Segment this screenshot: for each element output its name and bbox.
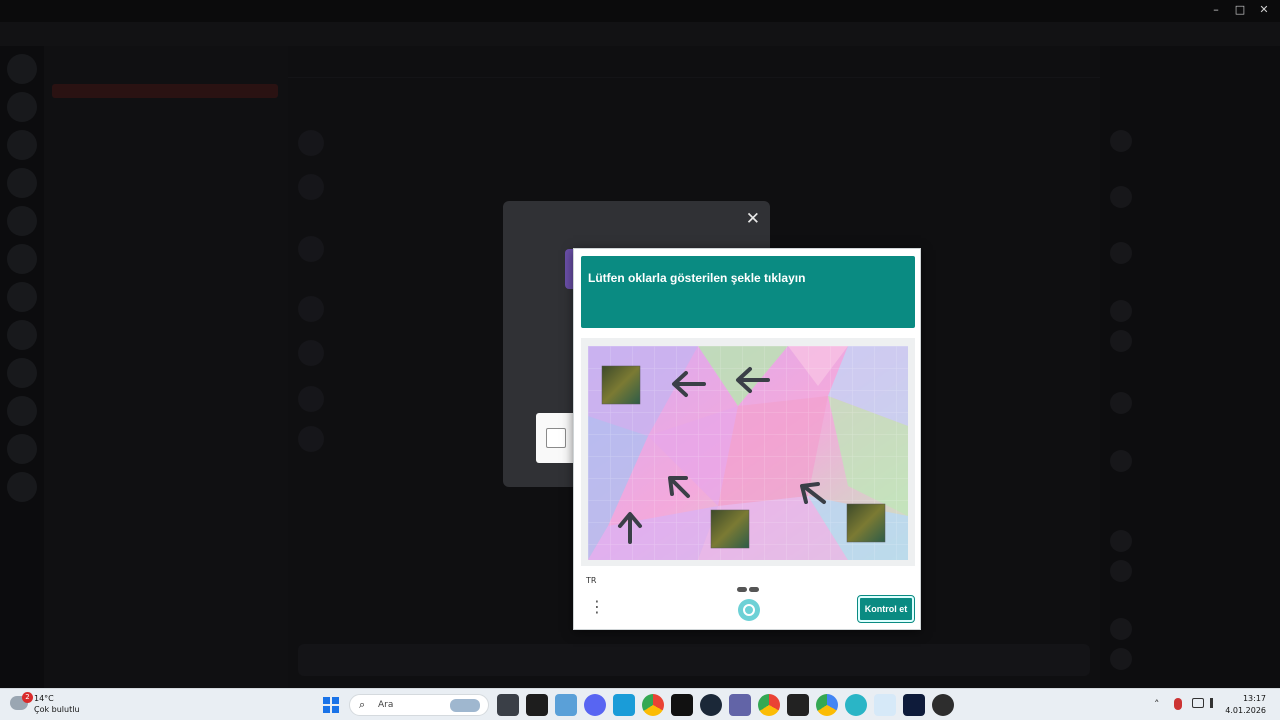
- avatar: [1110, 530, 1132, 552]
- chrome-icon[interactable]: [642, 694, 664, 716]
- avatar: [1110, 242, 1132, 264]
- chrome-alt-icon[interactable]: [758, 694, 780, 716]
- obs-icon[interactable]: [932, 694, 954, 716]
- server-rail: [0, 46, 44, 688]
- close-icon[interactable]: ✕: [746, 209, 760, 229]
- server-icon: [7, 168, 37, 198]
- page-indicator: [737, 577, 761, 596]
- page-dot: [737, 587, 747, 592]
- message-composer: [298, 644, 1090, 676]
- avatar: [298, 340, 324, 366]
- taskbar: 2 14°C Çok bulutlu ⌕ Ara ˄ 13:17 4.01.20…: [0, 688, 1280, 720]
- discord-icon[interactable]: [584, 694, 606, 716]
- chevron-up-icon[interactable]: ˄: [1154, 698, 1160, 711]
- captcha-task-area: [581, 338, 915, 566]
- avatar: [1110, 330, 1132, 352]
- system-tray: ˄ 13:17 4.01.2026: [1140, 689, 1280, 720]
- avatar: [298, 296, 324, 322]
- captcha-image[interactable]: [588, 346, 908, 560]
- avatar: [298, 236, 324, 262]
- maximize-button[interactable]: □: [1228, 3, 1252, 16]
- server-icon: [7, 92, 37, 122]
- edge-icon[interactable]: [845, 694, 867, 716]
- channel-sidebar: [44, 46, 288, 688]
- captcha-footer-info: TR: [574, 573, 920, 592]
- server-icon: [7, 320, 37, 350]
- epic-games-icon[interactable]: [787, 694, 809, 716]
- microphone-icon[interactable]: [1174, 698, 1182, 710]
- server-icon: [7, 130, 37, 160]
- steam-icon[interactable]: [700, 694, 722, 716]
- chat-header: [288, 46, 1100, 78]
- teams-icon[interactable]: [729, 694, 751, 716]
- folder-icon[interactable]: [555, 694, 577, 716]
- avatar: [1110, 648, 1132, 670]
- captcha-header: Lütfen oklarla gösterilen şekle tıklayın: [581, 256, 915, 328]
- app-titlebar: – □ ✕: [0, 0, 1280, 22]
- weather-condition: Çok bulutlu: [34, 705, 80, 714]
- server-icon: [7, 396, 37, 426]
- minimize-button[interactable]: –: [1204, 3, 1228, 16]
- clock[interactable]: 13:17 4.01.2026: [1225, 693, 1266, 717]
- avatar: [298, 386, 324, 412]
- tiktok-icon[interactable]: [671, 694, 693, 716]
- server-icon: [7, 358, 37, 388]
- avatar: [298, 174, 324, 200]
- network-icon[interactable]: [1192, 698, 1204, 708]
- clock-time: 13:17: [1242, 694, 1266, 703]
- boost-bar: [52, 84, 278, 98]
- file-explorer-icon[interactable]: [497, 694, 519, 716]
- language-selector[interactable]: TR: [586, 576, 596, 585]
- avatar: [1110, 186, 1132, 208]
- avatar: [298, 130, 324, 156]
- avatar: [1110, 130, 1132, 152]
- search-placeholder: Ara: [378, 700, 394, 710]
- volume-icon[interactable]: [1210, 698, 1220, 708]
- avatar: [298, 426, 324, 452]
- close-window-button[interactable]: ✕: [1252, 3, 1276, 16]
- teamviewer-icon[interactable]: [903, 694, 925, 716]
- weather-temperature: 14°C: [34, 694, 54, 703]
- notice-banner: [0, 22, 1280, 46]
- avatar: [1110, 300, 1132, 322]
- page-dot: [749, 587, 759, 592]
- avatar: [1110, 618, 1132, 640]
- terminal-icon[interactable]: [526, 694, 548, 716]
- server-icon: [7, 206, 37, 236]
- server-icon: [7, 472, 37, 502]
- checkbox-icon[interactable]: [546, 428, 566, 448]
- server-icon: [7, 244, 37, 274]
- server-icon: [7, 282, 37, 312]
- member-list: [1100, 46, 1280, 688]
- taskbar-search[interactable]: ⌕ Ara: [349, 694, 489, 716]
- search-highlight-icon: [450, 699, 480, 712]
- avatar: [1110, 450, 1132, 472]
- captcha-prompt: Lütfen oklarla gösterilen şekle tıklayın: [588, 271, 806, 285]
- menu-dots-icon[interactable]: ⋮: [589, 599, 605, 615]
- snipping-tool-icon[interactable]: [874, 694, 896, 716]
- avatar: [1110, 392, 1132, 414]
- chrome-beta-icon[interactable]: [816, 694, 838, 716]
- taskbar-apps: ⌕ Ara: [320, 694, 961, 716]
- hcaptcha-logo-icon[interactable]: [738, 599, 760, 621]
- avatar: [1110, 560, 1132, 582]
- verify-button[interactable]: Kontrol et: [857, 595, 915, 623]
- notification-badge: 2: [22, 692, 33, 703]
- monitor-icon[interactable]: [613, 694, 635, 716]
- server-icon: [7, 434, 37, 464]
- search-icon: ⌕: [359, 698, 366, 711]
- clock-date: 4.01.2026: [1225, 706, 1266, 715]
- server-icon: [7, 54, 37, 84]
- captcha-challenge: Lütfen oklarla gösterilen şekle tıklayın: [573, 248, 921, 630]
- windows-start-icon[interactable]: [320, 694, 342, 716]
